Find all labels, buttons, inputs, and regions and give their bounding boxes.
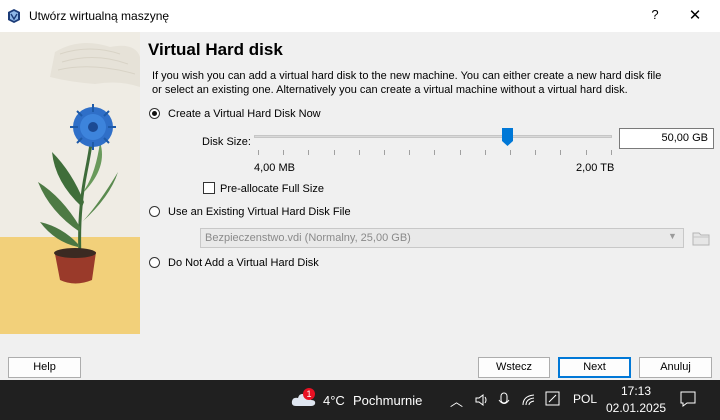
chevron-up-icon[interactable]: ︿	[450, 391, 463, 410]
weather-badge: 1	[303, 388, 315, 400]
slider-tick	[308, 150, 310, 155]
virtualbox-icon	[8, 9, 20, 23]
wizard-illustration	[0, 32, 140, 334]
clock-date[interactable]: 02.01.2025	[606, 401, 666, 415]
display-icon[interactable]	[544, 390, 562, 410]
disk-size-label: Disk Size:	[202, 136, 251, 148]
slider-tick	[459, 150, 461, 155]
disk-size-input[interactable]: 50,00 GB	[619, 128, 714, 149]
wifi-icon[interactable]	[521, 392, 537, 408]
existing-disk-select[interactable]: Bezpieczenstwo.vdi (Normalny, 25,00 GB)	[200, 228, 684, 248]
temperature[interactable]: 4°C	[323, 393, 345, 408]
clock-time[interactable]: 17:13	[621, 384, 651, 398]
folder-icon[interactable]	[690, 227, 712, 249]
slider-tick	[409, 150, 411, 155]
page-description: If you wish you can add a virtual hard d…	[152, 70, 662, 96]
title-bar: Utwórz wirtualną maszynę ? ✕	[0, 0, 720, 32]
back-button[interactable]: Wstecz	[478, 357, 550, 378]
no-disk-radio[interactable]	[149, 257, 160, 268]
slider-tick	[484, 150, 486, 155]
help-title-button[interactable]: ?	[648, 7, 662, 25]
weather-text[interactable]: Pochmurnie	[353, 393, 422, 408]
plant-illustration	[0, 32, 140, 334]
disk-size-slider-thumb[interactable]	[502, 128, 513, 146]
preallocate-checkbox[interactable]	[203, 182, 215, 194]
slider-min-label: 4,00 MB	[254, 162, 295, 174]
taskbar: 1 4°C Pochmurnie ︿ POL 17:13 02.01.2025	[0, 380, 720, 420]
close-button[interactable]: ✕	[687, 6, 703, 24]
slider-tick	[358, 150, 360, 155]
slider-tick	[283, 150, 285, 155]
notification-icon[interactable]	[679, 390, 697, 408]
chevron-down-icon: ▼	[668, 231, 677, 241]
slider-tick	[610, 150, 612, 155]
preallocate-label[interactable]: Pre-allocate Full Size	[220, 183, 324, 195]
help-button[interactable]: Help	[8, 357, 81, 378]
slider-tick	[585, 150, 587, 155]
slider-tick	[333, 150, 335, 155]
cancel-button[interactable]: Anuluj	[639, 357, 712, 378]
page-title: Virtual Hard disk	[148, 40, 283, 59]
slider-tick	[535, 150, 537, 155]
volume-icon[interactable]	[474, 392, 490, 408]
slider-max-label: 2,00 TB	[576, 162, 615, 174]
use-existing-radio[interactable]	[149, 206, 160, 217]
create-disk-label[interactable]: Create a Virtual Hard Disk Now	[168, 108, 321, 120]
slider-tick	[510, 150, 511, 155]
create-disk-radio[interactable]	[149, 108, 160, 119]
next-button[interactable]: Next	[558, 357, 631, 378]
window-title: Utwórz wirtualną maszynę	[29, 9, 170, 23]
slider-tick	[258, 150, 259, 155]
microphone-icon[interactable]	[497, 392, 511, 408]
no-disk-label[interactable]: Do Not Add a Virtual Hard Disk	[168, 257, 319, 269]
slider-tick	[560, 150, 562, 155]
disk-size-slider-track[interactable]	[254, 135, 612, 138]
slider-tick	[384, 150, 385, 155]
slider-tick	[434, 150, 436, 155]
language-indicator[interactable]: POL	[573, 392, 597, 406]
use-existing-label[interactable]: Use an Existing Virtual Hard Disk File	[168, 206, 351, 218]
